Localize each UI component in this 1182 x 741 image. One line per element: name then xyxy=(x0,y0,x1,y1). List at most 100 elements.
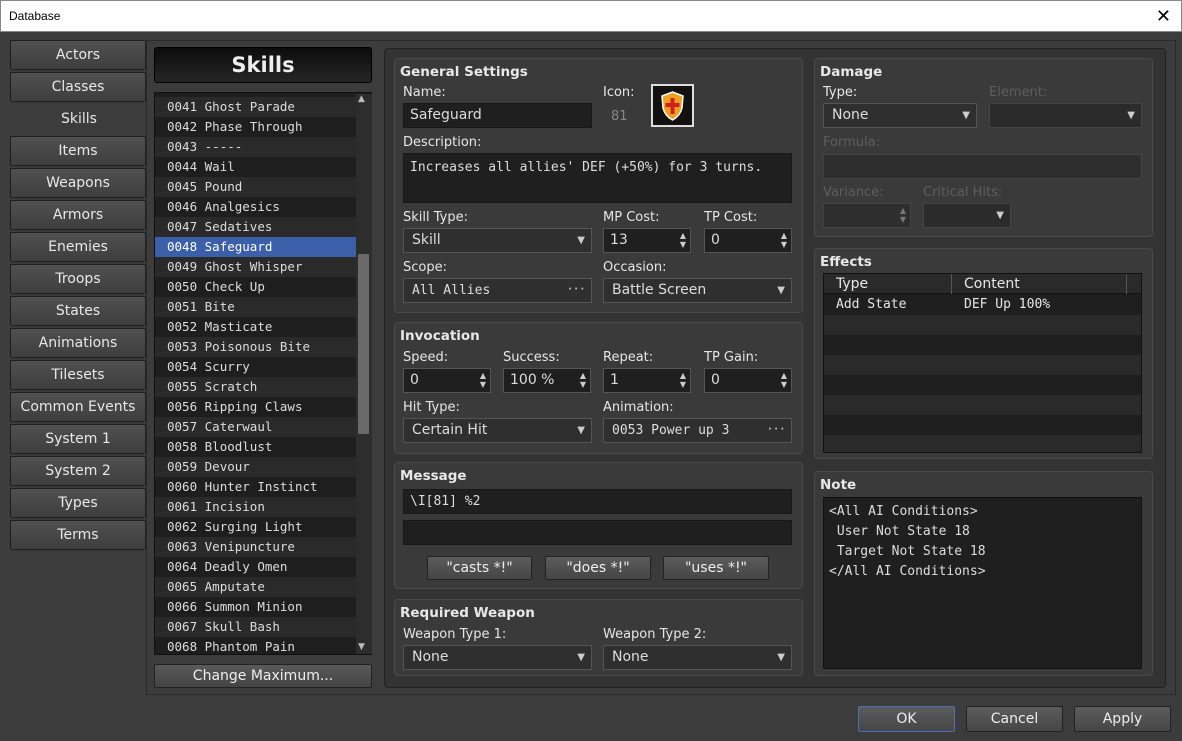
list-scrollbar[interactable]: ▲ ▼ xyxy=(356,94,372,654)
stepper-arrows-icon[interactable]: ▲ ▼ xyxy=(781,371,787,389)
occasion-select[interactable]: Battle Screen ▼ xyxy=(603,278,792,303)
name-field[interactable]: Safeguard xyxy=(403,103,592,128)
casts-button[interactable]: "casts *!" xyxy=(427,556,532,580)
skill-list-item[interactable]: 0058 Bloodlust xyxy=(155,437,357,457)
category-skills[interactable]: Skills xyxy=(10,104,147,134)
effects-table[interactable]: Type Content Add State DEF Up 100% xyxy=(823,273,1142,453)
repeat-stepper[interactable]: 1 ▲ ▼ xyxy=(603,368,691,393)
effects-row[interactable] xyxy=(824,395,1141,415)
effects-row[interactable] xyxy=(824,415,1141,435)
category-types[interactable]: Types xyxy=(10,488,146,518)
does-button[interactable]: "does *!" xyxy=(545,556,651,580)
category-enemies[interactable]: Enemies xyxy=(10,232,146,262)
cancel-button[interactable]: Cancel xyxy=(966,706,1063,732)
element-select[interactable]: ▼ xyxy=(989,103,1142,128)
effects-row[interactable]: Add State DEF Up 100% xyxy=(824,295,1141,315)
skill-list-item[interactable]: 0045 Pound xyxy=(155,177,357,197)
skill-list-item[interactable]: 0055 Scratch xyxy=(155,377,357,397)
category-troops[interactable]: Troops xyxy=(10,264,146,294)
close-icon[interactable]: ✕ xyxy=(1156,6,1171,26)
weapon-type-2-select[interactable]: None ▼ xyxy=(603,645,792,670)
skill-list-item[interactable]: 0044 Wail xyxy=(155,157,357,177)
skill-type-select[interactable]: Skill ▼ xyxy=(403,228,592,253)
hit-type-select[interactable]: Certain Hit ▼ xyxy=(403,418,592,443)
note-field[interactable]: <All AI Conditions> User Not State 18 Ta… xyxy=(823,497,1142,669)
skill-id: 0047 xyxy=(167,219,198,234)
skill-list[interactable]: 0041 Ghost Parade 0042 Phase Through 0043 … xyxy=(154,92,372,655)
effects-row[interactable] xyxy=(824,375,1141,395)
ok-button[interactable]: OK xyxy=(858,706,955,732)
stepper-arrows-icon[interactable]: ▲ ▼ xyxy=(781,231,787,249)
separator xyxy=(197,119,205,134)
skill-list-item[interactable]: 0051 Bite xyxy=(155,297,357,317)
skill-list-item[interactable]: 0056 Ripping Claws xyxy=(155,397,357,417)
apply-button[interactable]: Apply xyxy=(1074,706,1171,732)
skill-list-item[interactable]: 0059 Devour xyxy=(155,457,357,477)
category-weapons[interactable]: Weapons xyxy=(10,168,146,198)
skill-list-item[interactable]: 0054 Scurry xyxy=(155,357,357,377)
skill-list-item[interactable]: 0041 Ghost Parade xyxy=(155,97,357,117)
skill-list-item[interactable]: 0065 Amputate xyxy=(155,577,357,597)
tp-gain-stepper[interactable]: 0 ▲ ▼ xyxy=(704,368,792,393)
skill-list-item[interactable]: 0063 Venipuncture xyxy=(155,537,357,557)
category-tilesets[interactable]: Tilesets xyxy=(10,360,146,390)
variance-stepper[interactable]: ▲ ▼ xyxy=(823,203,911,228)
tp-cost-stepper[interactable]: 0 ▲ ▼ xyxy=(704,228,792,253)
mp-cost-stepper[interactable]: 13 ▲ ▼ xyxy=(603,228,691,253)
message-line-1[interactable]: \I[81] %2 xyxy=(403,489,792,514)
skill-list-item[interactable]: 0057 Caterwaul xyxy=(155,417,357,437)
scroll-down-icon[interactable]: ▼ xyxy=(358,642,365,652)
category-armors[interactable]: Armors xyxy=(10,200,146,230)
message-line-2[interactable] xyxy=(403,520,792,545)
skill-list-item[interactable]: 0068 Phantom Pain xyxy=(155,637,357,654)
skill-list-item[interactable]: 0042 Phase Through xyxy=(155,117,357,137)
skill-icon[interactable] xyxy=(651,84,694,127)
skill-list-item[interactable]: 0052 Masticate xyxy=(155,317,357,337)
critical-hits-select[interactable]: ▼ xyxy=(923,203,1011,228)
description-field[interactable]: Increases all allies' DEF (+50%) for 3 t… xyxy=(403,153,792,203)
formula-field[interactable] xyxy=(823,154,1142,179)
skill-list-item[interactable]: 0047 Sedatives xyxy=(155,217,357,237)
change-maximum-button[interactable]: Change Maximum... xyxy=(154,664,372,688)
skill-list-item[interactable]: 0043 ----- xyxy=(155,137,357,157)
category-actors[interactable]: Actors xyxy=(10,40,146,70)
weapon-type-1-select[interactable]: None ▼ xyxy=(403,645,592,670)
category-animations[interactable]: Animations xyxy=(10,328,146,358)
effects-row[interactable] xyxy=(824,435,1141,452)
skill-list-item[interactable]: 0053 Poisonous Bite xyxy=(155,337,357,357)
category-states[interactable]: States xyxy=(10,296,146,326)
skill-list-item[interactable]: 0046 Analgesics xyxy=(155,197,357,217)
scroll-up-icon[interactable]: ▲ xyxy=(358,94,365,104)
stepper-arrows-icon[interactable]: ▲ ▼ xyxy=(900,206,906,224)
category-items[interactable]: Items xyxy=(10,136,146,166)
effects-row[interactable] xyxy=(824,315,1141,335)
stepper-arrows-icon[interactable]: ▲ ▼ xyxy=(580,371,586,389)
skill-list-item[interactable]: 0066 Summon Minion xyxy=(155,597,357,617)
category-classes[interactable]: Classes xyxy=(10,72,146,102)
category-common-events[interactable]: Common Events xyxy=(10,392,146,422)
category-terms[interactable]: Terms xyxy=(10,520,146,550)
skill-list-item[interactable]: 0061 Incision xyxy=(155,497,357,517)
effects-row[interactable] xyxy=(824,335,1141,355)
stepper-arrows-icon[interactable]: ▲ ▼ xyxy=(680,371,686,389)
scroll-thumb[interactable] xyxy=(358,254,369,434)
animation-select[interactable]: 0053 Power up 3 ··· xyxy=(603,418,792,443)
category-system-1[interactable]: System 1 xyxy=(10,424,146,454)
skill-list-item[interactable]: 0050 Check Up xyxy=(155,277,357,297)
speed-stepper[interactable]: 0 ▲ ▼ xyxy=(403,368,491,393)
skill-list-item[interactable]: 0048 Safeguard xyxy=(155,237,357,257)
success-stepper[interactable]: 100 % ▲ ▼ xyxy=(503,368,591,393)
skill-list-item[interactable]: 0064 Deadly Omen xyxy=(155,557,357,577)
effects-row[interactable] xyxy=(824,355,1141,375)
skill-list-item[interactable]: 0062 Surging Light xyxy=(155,517,357,537)
category-system-2[interactable]: System 2 xyxy=(10,456,146,486)
uses-button[interactable]: "uses *!" xyxy=(663,556,769,580)
skill-list-item[interactable]: 0049 Ghost Whisper xyxy=(155,257,357,277)
skill-list-item[interactable]: 0060 Hunter Instinct xyxy=(155,477,357,497)
more-icon: ··· xyxy=(766,422,786,436)
stepper-arrows-icon[interactable]: ▲ ▼ xyxy=(480,371,486,389)
damage-type-select[interactable]: None ▼ xyxy=(823,103,977,128)
scope-select[interactable]: All Allies ··· xyxy=(403,278,592,303)
skill-list-item[interactable]: 0067 Skull Bash xyxy=(155,617,357,637)
stepper-arrows-icon[interactable]: ▲ ▼ xyxy=(680,231,686,249)
